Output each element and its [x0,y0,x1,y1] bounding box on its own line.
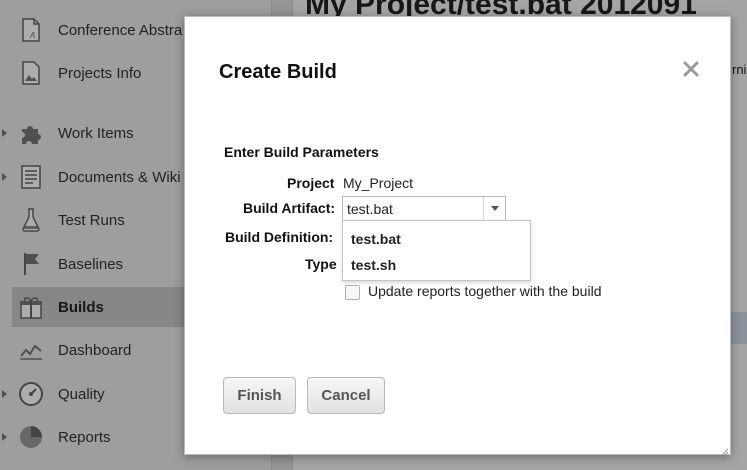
build-artifact-dropdown-menu: test.bat test.sh [342,220,531,281]
update-reports-checkbox[interactable] [345,285,360,300]
dropdown-option-test-sh[interactable]: test.sh [351,257,396,273]
create-build-dialog: Create Build Enter Build Parameters Proj… [184,16,731,456]
update-reports-label[interactable]: Update reports together with the build [368,283,601,299]
type-label: Type [305,256,337,272]
build-artifact-label: Build Artifact: [243,200,336,216]
section-title: Enter Build Parameters [224,144,379,160]
project-label: Project [287,175,335,191]
resize-handle-icon[interactable] [719,443,729,456]
project-value: My_Project [343,175,414,191]
chevron-down-icon[interactable] [483,197,505,220]
build-artifact-select[interactable]: test.bat [342,196,506,221]
build-artifact-value: test.bat [347,201,393,217]
build-definition-label: Build Definition: [225,229,334,245]
dialog-title: Create Build [219,61,337,83]
cancel-button[interactable]: Cancel [307,377,385,414]
dropdown-option-test-bat[interactable]: test.bat [351,231,401,247]
finish-button[interactable]: Finish [223,377,296,414]
close-icon[interactable] [679,57,703,81]
